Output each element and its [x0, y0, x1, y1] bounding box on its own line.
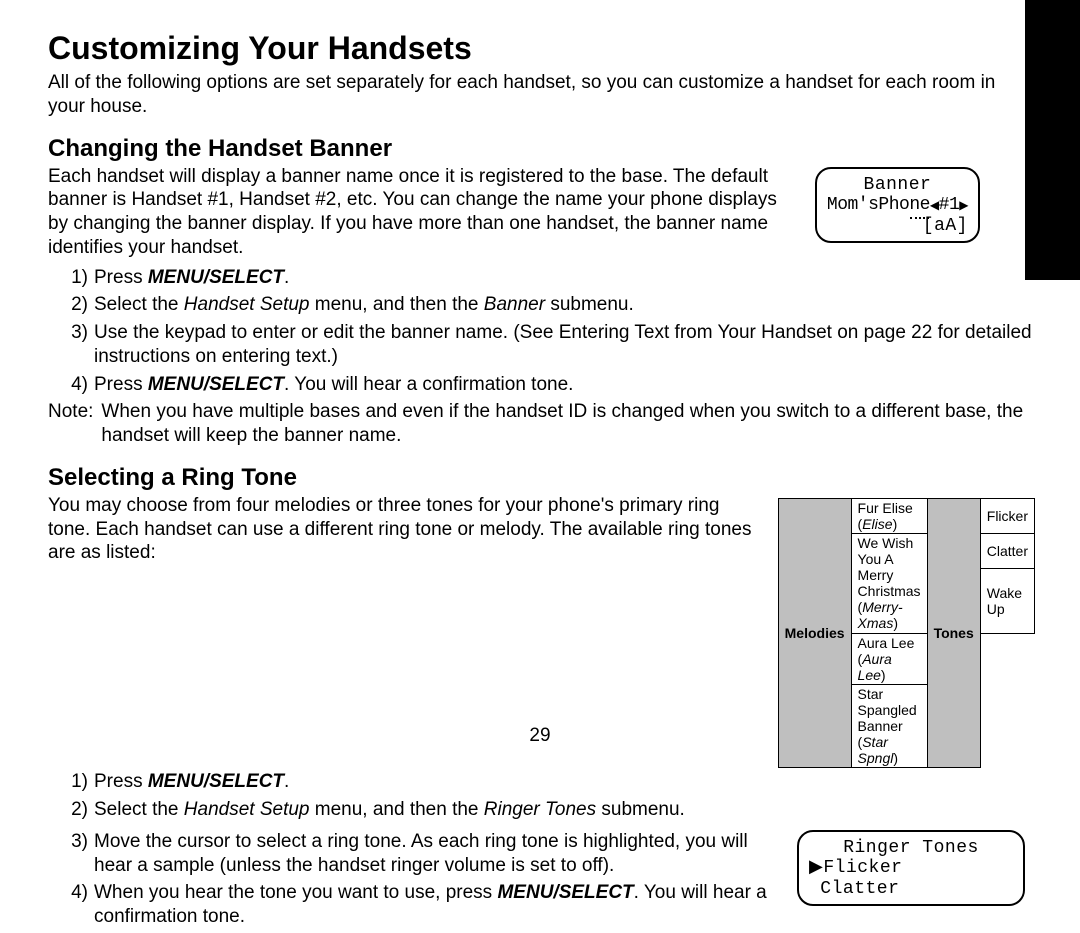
lcd-line-2: ▶Flicker — [809, 858, 1013, 879]
table-cell: We Wish You A MerryChristmas (Merry-Xmas… — [851, 533, 927, 633]
step-number: 2) — [66, 293, 94, 317]
step-text: Press MENU/SELECT. You will hear a confi… — [94, 373, 1035, 397]
step-text: Select the Handset Setup menu, and then … — [94, 798, 1035, 822]
page-number: 29 — [0, 725, 1080, 747]
step-number: 3) — [66, 830, 94, 854]
page-title: Customizing Your Handsets — [48, 30, 1035, 67]
table-cell: Aura Lee (Aura Lee) — [851, 633, 927, 684]
section-heading-banner: Changing the Handset Banner — [48, 135, 1035, 163]
step-text: Use the keypad to enter or edit the bann… — [94, 321, 1035, 369]
right-arrow-icon: ▶ — [959, 199, 968, 213]
step-number: 4) — [66, 373, 94, 397]
ringtone-steps: 1)Press MENU/SELECT. 2)Select the Handse… — [66, 770, 1035, 822]
note-label: Note: — [48, 400, 101, 424]
table-cell: Wake Up — [980, 568, 1034, 633]
section-heading-ringtone: Selecting a Ring Tone — [48, 464, 1035, 492]
step-text: Press MENU/SELECT. — [94, 266, 1035, 290]
step-number: 1) — [66, 266, 94, 290]
banner-lcd-illustration: Banner Mom'sPhone◀#1▶ [aA] — [815, 167, 980, 243]
step-text: Move the cursor to select a ring tone. A… — [94, 830, 785, 878]
ringtone-steps-with-lcd: 3)Move the cursor to select a ring tone.… — [48, 830, 1035, 933]
lcd-line-3: [aA] — [827, 216, 968, 237]
step-number: 2) — [66, 798, 94, 822]
table-cell: Flicker — [980, 498, 1034, 533]
ringtone-paragraph: You may choose from four melodies or thr… — [48, 494, 762, 565]
ringtone-lcd-illustration: Ringer Tones ▶Flicker Clatter — [797, 830, 1025, 906]
lcd-line-1: Banner — [827, 175, 968, 196]
lcd-line-2: Mom'sPhone◀#1▶ — [827, 195, 968, 216]
section-tab-label: Customizing Your Handsets — [1062, 0, 1080, 16]
step-text: Press MENU/SELECT. — [94, 770, 1035, 794]
banner-steps: 1)Press MENU/SELECT. 2)Select the Handse… — [66, 266, 1035, 397]
table-empty — [980, 633, 1034, 768]
section-tab: Customizing Your Handsets — [1025, 0, 1080, 280]
table-cell: Clatter — [980, 533, 1034, 568]
lcd-line-1: Ringer Tones — [809, 838, 1013, 859]
ringtone-steps-cont: 3)Move the cursor to select a ring tone.… — [66, 830, 785, 933]
left-arrow-icon: ◀ — [930, 199, 939, 213]
step-number: 1) — [66, 770, 94, 794]
step-text: When you hear the tone you want to use, … — [94, 881, 785, 929]
intro-paragraph: All of the following options are set sep… — [48, 71, 1035, 119]
banner-note: Note: When you have multiple bases and e… — [48, 400, 1035, 448]
banner-section-top: Each handset will display a banner name … — [48, 165, 1035, 260]
step-number: 4) — [66, 881, 94, 905]
note-text: When you have multiple bases and even if… — [101, 400, 1035, 448]
step-text: Select the Handset Setup menu, and then … — [94, 293, 1035, 317]
manual-page: Customizing Your Handsets Customizing Yo… — [0, 0, 1080, 759]
step-number: 3) — [66, 321, 94, 345]
lcd-line-3: Clatter — [809, 879, 1013, 900]
table-cell: Fur Elise (Elise) — [851, 498, 927, 533]
banner-paragraph: Each handset will display a banner name … — [48, 165, 797, 260]
